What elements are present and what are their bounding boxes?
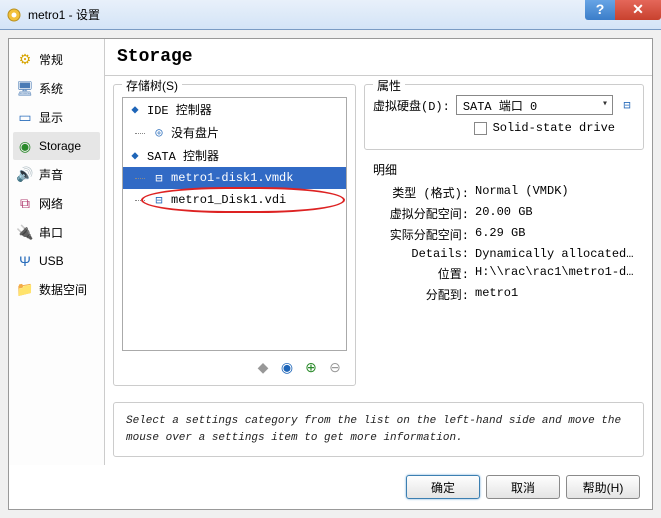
tree-node-disk-vmdk[interactable]: ⊟ metro1-disk1.vmdk [123, 167, 346, 189]
system-icon: 🖥 [17, 81, 33, 97]
details-group: 明细 类型 (格式): Normal (VMDK) 虚拟分配空间: 20.00 GB… [364, 160, 644, 308]
attributes-group: 属性 虚拟硬盘(D): SATA 端口 0 ⊟ Solid-state driv… [364, 84, 644, 150]
hdd-icon: ⊟ [151, 192, 167, 208]
tree-node-sata-controller[interactable]: ◆SATA 控制器 [123, 144, 346, 167]
tree-node-ide-controller[interactable]: ◆IDE 控制器 [123, 98, 346, 121]
app-icon [6, 7, 22, 23]
sidebar-item-label: 常规 [39, 51, 63, 68]
sidebar-item-label: USB [39, 254, 64, 268]
detail-label: 实际分配空间: [373, 226, 469, 243]
sidebar-item-label: 系统 [39, 80, 63, 97]
help-window-button[interactable]: ? [585, 0, 615, 20]
hd-port-select[interactable]: SATA 端口 0 [456, 95, 613, 115]
sidebar-item-shared-folders[interactable]: 📁 数据空间 [13, 275, 100, 304]
detail-label: 分配到: [373, 286, 469, 303]
detail-value: Normal (VMDK) [475, 184, 635, 201]
sidebar-item-label: 数据空间 [39, 281, 87, 298]
page-header: Storage [105, 39, 652, 76]
sidebar-item-system[interactable]: 🖥 系统 [13, 74, 100, 103]
page-title: Storage [117, 47, 640, 67]
tree-node-label: metro1_Disk1.vdi [171, 193, 286, 207]
serial-icon: 🔌 [17, 225, 33, 241]
detail-label: 位置: [373, 265, 469, 282]
controller-icon: ◆ [127, 148, 143, 164]
sidebar-item-network[interactable]: ⧉ 网络 [13, 189, 100, 218]
sidebar-item-label: 串口 [39, 224, 63, 241]
display-icon: ▭ [17, 110, 33, 126]
dialog-footer: 确定 取消 帮助(H) [9, 465, 652, 509]
detail-label: 类型 (格式): [373, 184, 469, 201]
sidebar-item-display[interactable]: ▭ 显示 [13, 103, 100, 132]
sidebar-item-general[interactable]: ⚙ 常规 [13, 45, 100, 74]
tree-node-label: metro1-disk1.vmdk [171, 171, 293, 185]
tree-node-empty-disc[interactable]: ◎没有盘片 [123, 121, 346, 144]
sidebar-item-audio[interactable]: 🔊 声音 [13, 160, 100, 189]
hdd-icon: ⊟ [151, 170, 167, 186]
storage-tree[interactable]: ◆IDE 控制器 ◎没有盘片 ◆SATA 控制器 ⊟metro1-disk1.v… [122, 97, 347, 351]
tree-node-label: SATA 控制器 [147, 147, 219, 164]
titlebar: metro1 - 设置 ? ✕ [0, 0, 661, 30]
detail-value: H:\\rac\rac1\metro1-disk… [475, 265, 635, 282]
folder-icon: 📁 [17, 282, 33, 298]
remove-attachment-button: ⊖ [325, 357, 345, 377]
detail-value: Dynamically allocated st… [475, 247, 635, 261]
general-icon: ⚙ [17, 52, 33, 68]
controller-icon: ◆ [127, 102, 143, 118]
tree-node-label: IDE 控制器 [147, 101, 212, 118]
hd-port-value: SATA 端口 0 [463, 97, 537, 114]
detail-value: metro1 [475, 286, 635, 303]
disk-chooser-icon[interactable]: ⊟ [619, 97, 635, 113]
remove-controller-button[interactable]: ◉ [277, 357, 297, 377]
window-buttons: ? ✕ [585, 0, 661, 20]
help-button[interactable]: 帮助(H) [566, 475, 640, 499]
sidebar-item-label: 网络 [39, 195, 63, 212]
storage-icon: ◉ [17, 138, 33, 154]
ssd-label: Solid-state drive [493, 121, 615, 135]
cancel-button[interactable]: 取消 [486, 475, 560, 499]
tree-label: 存储树(S) [122, 77, 182, 94]
sidebar: ⚙ 常规 🖥 系统 ▭ 显示 ◉ Storage 🔊 声音 ⧉ 网络 🔌 串口 Ψ USB 📁 数… [9, 39, 105, 465]
window-title: metro1 - 设置 [28, 6, 100, 23]
tree-node-label: 没有盘片 [171, 124, 219, 141]
sidebar-item-usb[interactable]: Ψ USB [13, 247, 100, 275]
sidebar-item-storage[interactable]: ◉ Storage [13, 132, 100, 160]
tree-toolbar: ◆ ◉ ⊕ ⊖ [122, 351, 347, 377]
add-attachment-button[interactable]: ⊕ [301, 357, 321, 377]
hint-box: Select a settings category from the list… [113, 402, 644, 457]
storage-tree-group: 存储树(S) ◆IDE 控制器 ◎没有盘片 ◆SATA 控制器 ⊟metro1-… [113, 84, 356, 386]
hd-label: 虚拟硬盘(D): [373, 97, 450, 114]
detail-value: 20.00 GB [475, 205, 635, 222]
close-window-button[interactable]: ✕ [615, 0, 661, 20]
sidebar-item-label: Storage [39, 139, 81, 153]
disc-icon: ◎ [151, 125, 167, 141]
tree-node-disk-vdi[interactable]: ⊟ metro1_Disk1.vdi [123, 189, 346, 211]
usb-icon: Ψ [17, 253, 33, 269]
add-controller-button: ◆ [253, 357, 273, 377]
network-icon: ⧉ [17, 196, 33, 212]
ok-button[interactable]: 确定 [406, 475, 480, 499]
audio-icon: 🔊 [17, 167, 33, 183]
details-label: 明细 [373, 161, 635, 178]
detail-label: 虚拟分配空间: [373, 205, 469, 222]
detail-value: 6.29 GB [475, 226, 635, 243]
detail-label: Details: [373, 247, 469, 261]
sidebar-item-label: 声音 [39, 166, 63, 183]
ssd-checkbox[interactable] [474, 122, 487, 135]
sidebar-item-label: 显示 [39, 109, 63, 126]
attributes-label: 属性 [373, 77, 405, 94]
sidebar-item-serial[interactable]: 🔌 串口 [13, 218, 100, 247]
